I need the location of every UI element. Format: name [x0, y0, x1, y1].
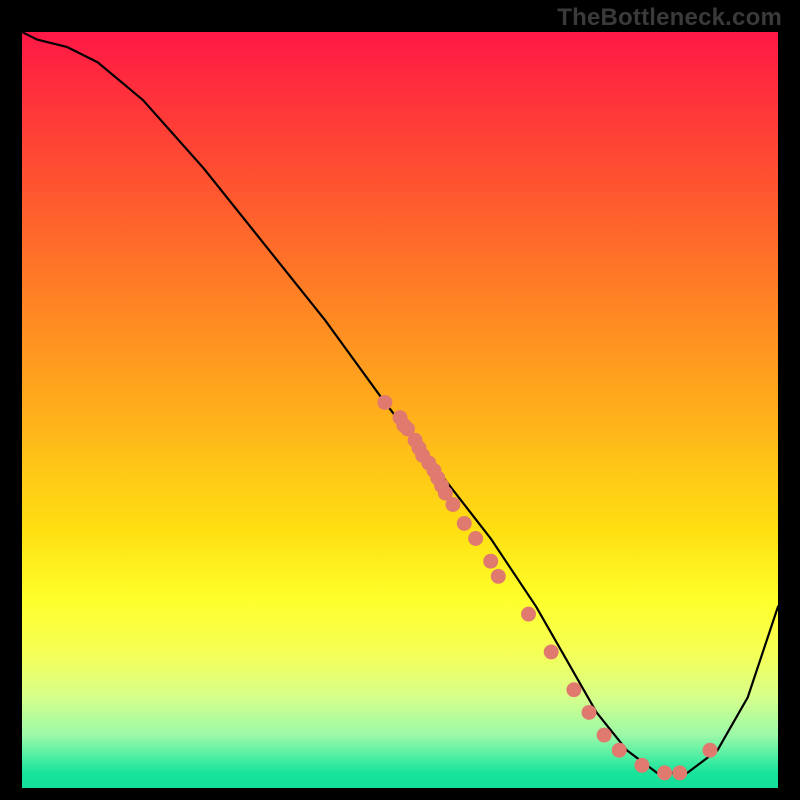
chart-frame: TheBottleneck.com	[0, 0, 800, 800]
plot-area	[20, 30, 780, 790]
scatter-point	[377, 395, 392, 410]
scatter-point	[657, 765, 672, 780]
plot-svg	[22, 32, 778, 788]
bottleneck-curve	[22, 32, 778, 773]
scatter-point	[491, 569, 506, 584]
scatter-point	[521, 607, 536, 622]
scatter-point	[634, 758, 649, 773]
curve-layer	[22, 32, 778, 773]
scatter-point	[702, 743, 717, 758]
scatter-point	[468, 531, 483, 546]
scatter-point	[483, 554, 498, 569]
scatter-point	[582, 705, 597, 720]
scatter-point	[445, 497, 460, 512]
scatter-point	[672, 765, 687, 780]
scatter-point	[544, 644, 559, 659]
scatter-point	[597, 728, 612, 743]
scatter-point	[457, 516, 472, 531]
brand-watermark: TheBottleneck.com	[557, 4, 782, 32]
scatter-point	[612, 743, 627, 758]
scatter-point	[566, 682, 581, 697]
scatter-layer	[377, 395, 717, 780]
